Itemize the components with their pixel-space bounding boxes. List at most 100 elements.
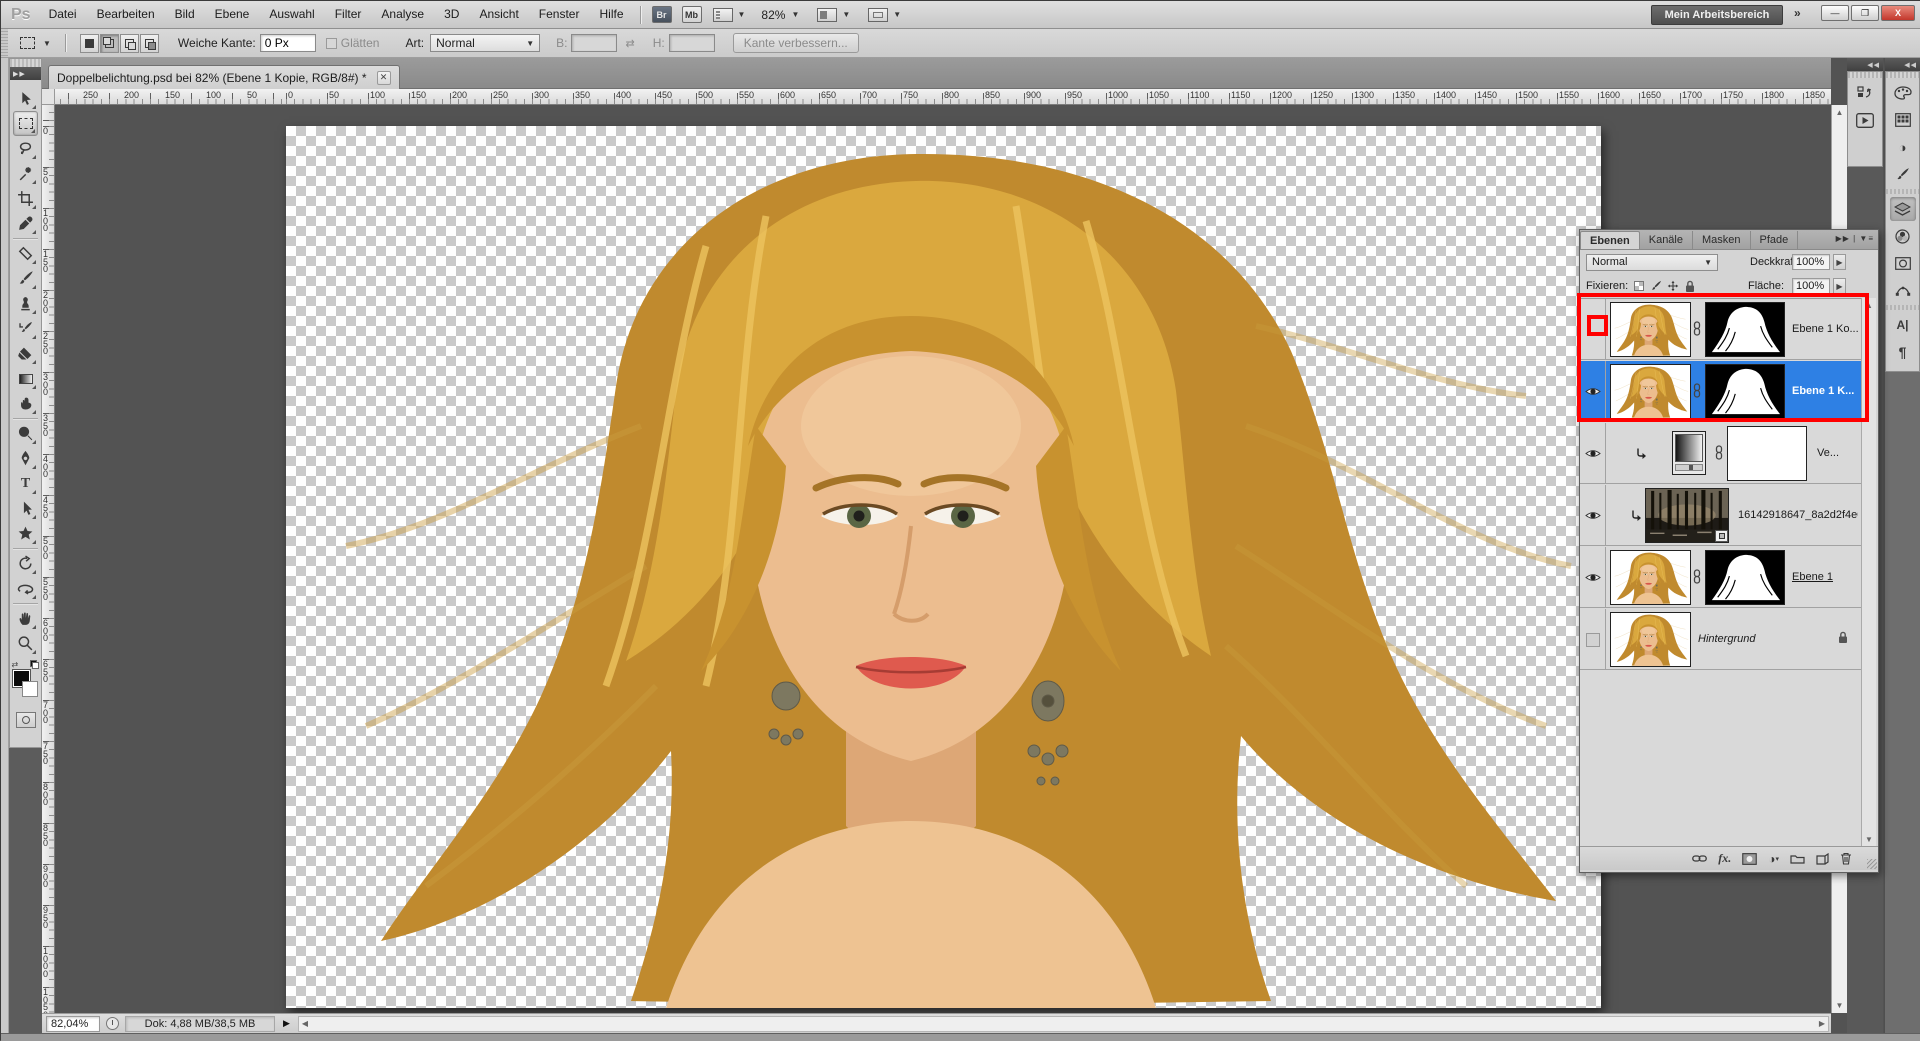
refine-edge-button[interactable]: Kante verbessern...	[733, 33, 859, 53]
lasso-tool[interactable]	[13, 136, 38, 161]
ruler-origin-corner[interactable]	[42, 89, 55, 105]
tool-preset-picker[interactable]: ▼	[12, 31, 59, 55]
workspace-overflow-chevron[interactable]: »	[1794, 6, 1801, 20]
lock-position-icon[interactable]	[1666, 280, 1680, 293]
menu-ansicht[interactable]: Ansicht	[469, 1, 528, 28]
smart-object-thumbnail[interactable]	[1645, 488, 1729, 543]
color-panel-icon[interactable]	[1890, 81, 1916, 105]
close-document-icon[interactable]: ✕	[377, 71, 391, 85]
menu-bearbeiten[interactable]: Bearbeiten	[87, 1, 165, 28]
menu-hilfe[interactable]: Hilfe	[589, 1, 633, 28]
menu-3d[interactable]: 3D	[434, 1, 469, 28]
visibility-toggle[interactable]	[1580, 299, 1606, 360]
toolbox-grip[interactable]	[10, 59, 41, 67]
horizontal-scrollbar[interactable]: ◀ ▶	[298, 1016, 1829, 1032]
document-tab[interactable]: Doppelbelichtung.psd bei 82% (Ebene 1 Ko…	[48, 65, 400, 89]
scroll-down-icon[interactable]: ▼	[1865, 832, 1873, 847]
visibility-toggle[interactable]	[1580, 361, 1606, 422]
default-colors-icon[interactable]	[30, 660, 39, 669]
panel-menu-icon[interactable]: ▶▶ | ▼≡	[1836, 234, 1874, 243]
intersect-selection-button[interactable]	[140, 34, 159, 53]
menu-ebene[interactable]: Ebene	[205, 1, 260, 28]
layer-row-verlaufsumsetzung[interactable]: Ve...	[1580, 423, 1862, 484]
layer-thumbnail[interactable]	[1610, 550, 1691, 605]
lock-transparency-icon[interactable]	[1632, 280, 1646, 293]
history-panel-icon[interactable]	[1852, 81, 1878, 105]
type-tool[interactable]: T	[13, 471, 38, 496]
arrange-documents-button[interactable]: ▼	[817, 8, 850, 22]
rotate-3d-tool[interactable]	[13, 551, 38, 576]
scroll-left-icon[interactable]: ◀	[302, 1016, 308, 1031]
layer-mask-thumbnail[interactable]	[1705, 364, 1785, 419]
layer-mask-thumbnail[interactable]	[1705, 302, 1785, 357]
adjustments-panel-icon[interactable]: ◑	[1890, 135, 1916, 159]
styles-panel-icon[interactable]	[1890, 162, 1916, 186]
add-to-selection-button[interactable]	[100, 34, 119, 53]
channels-panel-icon[interactable]	[1890, 224, 1916, 248]
tab-pfade[interactable]: Pfade	[1751, 231, 1799, 249]
brush-tool[interactable]	[13, 266, 38, 291]
menu-fenster[interactable]: Fenster	[529, 1, 590, 28]
visibility-toggle[interactable]	[1580, 485, 1606, 546]
tab-kanaele[interactable]: Kanäle	[1640, 231, 1693, 249]
dock-collapse-header[interactable]: ◀◀	[1847, 58, 1883, 71]
screen-mode-button[interactable]: ▼	[868, 8, 901, 22]
zoom-tool[interactable]	[13, 631, 38, 656]
new-group-button[interactable]	[1790, 853, 1805, 864]
move-tool[interactable]	[13, 86, 38, 111]
scroll-up-icon[interactable]: ▲	[1836, 105, 1844, 120]
new-layer-button[interactable]	[1816, 853, 1829, 865]
layer-name[interactable]: Ve...	[1817, 447, 1859, 459]
history-brush-tool[interactable]	[13, 316, 38, 341]
mask-link-icon[interactable]	[1715, 445, 1723, 463]
adjustment-layer-button[interactable]: ◑▾	[1768, 852, 1779, 866]
fill-slider-button[interactable]: ▶	[1833, 278, 1846, 294]
layer-row-ebene-1-kopie[interactable]: Ebene 1 K...	[1580, 361, 1862, 422]
orbit-3d-tool[interactable]	[13, 576, 38, 601]
panel-resize-grip[interactable]	[1867, 859, 1877, 869]
layer-name[interactable]: Ebene 1	[1792, 571, 1858, 583]
path-selection-tool[interactable]	[13, 496, 38, 521]
mask-link-icon[interactable]	[1693, 321, 1701, 339]
swatches-panel-icon[interactable]	[1890, 108, 1916, 132]
gradient-tool[interactable]	[13, 366, 38, 391]
pen-tool[interactable]	[13, 446, 38, 471]
dodge-tool[interactable]	[13, 421, 38, 446]
scroll-down-icon[interactable]: ▼	[1836, 998, 1844, 1013]
canvas-pasteboard[interactable]	[55, 105, 1831, 1013]
layer-mask-thumbnail[interactable]	[1705, 550, 1785, 605]
layers-panel-icon[interactable]	[1890, 197, 1916, 221]
hand-tool[interactable]	[13, 606, 38, 631]
mask-link-icon[interactable]	[1693, 383, 1701, 401]
layer-row-hintergrund[interactable]: Hintergrund	[1580, 609, 1862, 670]
character-panel-icon[interactable]: A|	[1890, 313, 1916, 337]
launch-bridge-button[interactable]: Br	[652, 6, 672, 23]
launch-mini-bridge-button[interactable]: Mb	[682, 6, 702, 23]
minimize-button[interactable]: —	[1821, 5, 1849, 21]
fill-value[interactable]: 100%	[1792, 278, 1830, 294]
blend-mode-select[interactable]: Normal ▼	[1586, 254, 1718, 271]
custom-shape-tool[interactable]	[13, 521, 38, 546]
tab-ebenen[interactable]: Ebenen	[1580, 231, 1640, 249]
layer-name[interactable]: Ebene 1 K...	[1792, 385, 1858, 397]
rectangular-marquee-tool[interactable]	[13, 111, 38, 136]
healing-brush-tool[interactable]	[13, 241, 38, 266]
background-color-swatch[interactable]	[22, 681, 38, 697]
toolbox-collapse-header[interactable]: ▶▶	[10, 67, 41, 80]
layer-row-ebene-1-kopie-2[interactable]: Ebene 1 Ko...	[1580, 299, 1862, 360]
eraser-tool[interactable]	[13, 341, 38, 366]
eyedropper-tool[interactable]	[13, 211, 38, 236]
menu-analyse[interactable]: Analyse	[371, 1, 434, 28]
masks-panel-icon[interactable]	[1890, 251, 1916, 275]
lock-pixels-icon[interactable]	[1649, 280, 1663, 293]
vertical-ruler[interactable]: 0501001502002503003504004505005506006507…	[42, 105, 55, 1013]
smudge-tool[interactable]	[13, 391, 38, 416]
close-button[interactable]: X	[1881, 5, 1915, 21]
mask-link-icon[interactable]	[1693, 569, 1701, 587]
layer-name[interactable]: Ebene 1 Ko...	[1792, 323, 1858, 335]
scroll-up-icon[interactable]: ▲	[1865, 298, 1873, 313]
layer-thumbnail[interactable]	[1610, 612, 1691, 667]
layer-mask-thumbnail[interactable]	[1727, 426, 1807, 481]
style-select[interactable]: Normal ▼	[430, 34, 540, 52]
status-zoom-field[interactable]: 82,04%	[46, 1016, 100, 1032]
